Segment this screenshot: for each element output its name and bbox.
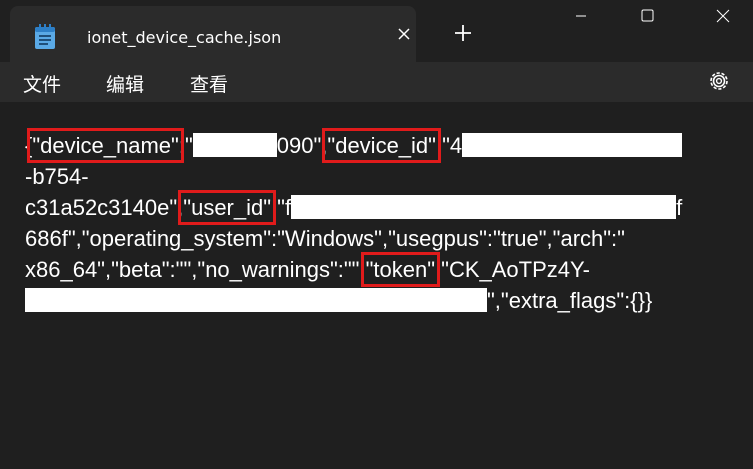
highlight-token: "token" xyxy=(360,252,441,287)
text-line-1: {"device_name":" 090","device_id":"4 xyxy=(25,128,753,163)
text-line-2: -b754- xyxy=(25,164,89,189)
title-bar: ionet_device_cache.json xyxy=(0,0,753,62)
redaction-bar xyxy=(291,195,677,219)
text-fragment: c31a52c3140e", xyxy=(25,195,184,220)
maximize-icon[interactable] xyxy=(624,0,670,32)
close-icon[interactable] xyxy=(394,24,414,44)
plus-icon[interactable] xyxy=(452,22,474,44)
tab-title: ionet_device_cache.json xyxy=(87,28,282,47)
menu-edit[interactable]: 编辑 xyxy=(106,70,144,97)
text-line-3: c31a52c3140e","user_id":"f f xyxy=(25,190,753,225)
menu-file[interactable]: 文件 xyxy=(23,70,61,97)
text-fragment: ","extra_flags":{}} xyxy=(487,288,653,313)
highlight-device-name: "device_name" xyxy=(27,128,184,163)
text-fragment: f xyxy=(676,195,683,220)
text-fragment: :"f xyxy=(271,195,292,220)
gear-icon[interactable] xyxy=(706,68,732,94)
menu-bar: 文件 编辑 查看 xyxy=(0,62,753,102)
redaction-bar xyxy=(25,288,487,312)
text-fragment: 090", xyxy=(276,133,328,158)
highlight-user-id: "user_id" xyxy=(178,190,277,225)
close-icon[interactable] xyxy=(700,0,746,32)
highlight-device-id: "device_id" xyxy=(322,128,441,163)
text-fragment: :"CK_AoTPz4Y- xyxy=(435,257,590,282)
text-line-5: x86_64","beta":"","no_warnings":"","toke… xyxy=(25,252,753,287)
tab-ionet-device-cache[interactable]: ionet_device_cache.json xyxy=(10,6,416,62)
redaction-bar xyxy=(192,133,277,157)
text-fragment: :"4 xyxy=(435,133,463,158)
text-fragment: x86_64","beta":"","no_warnings":"", xyxy=(25,257,366,282)
menu-view[interactable]: 查看 xyxy=(190,70,228,97)
text-editor[interactable]: {"device_name":" 090","device_id":"4 -b75… xyxy=(0,102,753,469)
text-line-4: 686f","operating_system":"Windows","useg… xyxy=(25,226,625,251)
json-text: {"device_name":" 090","device_id":"4 -b75… xyxy=(25,128,753,316)
minimize-icon[interactable] xyxy=(558,0,604,32)
redaction-bar xyxy=(462,133,683,157)
notepad-icon xyxy=(35,24,55,49)
text-line-6: ","extra_flags":{}} xyxy=(25,285,753,316)
text-fragment: :" xyxy=(178,133,193,158)
